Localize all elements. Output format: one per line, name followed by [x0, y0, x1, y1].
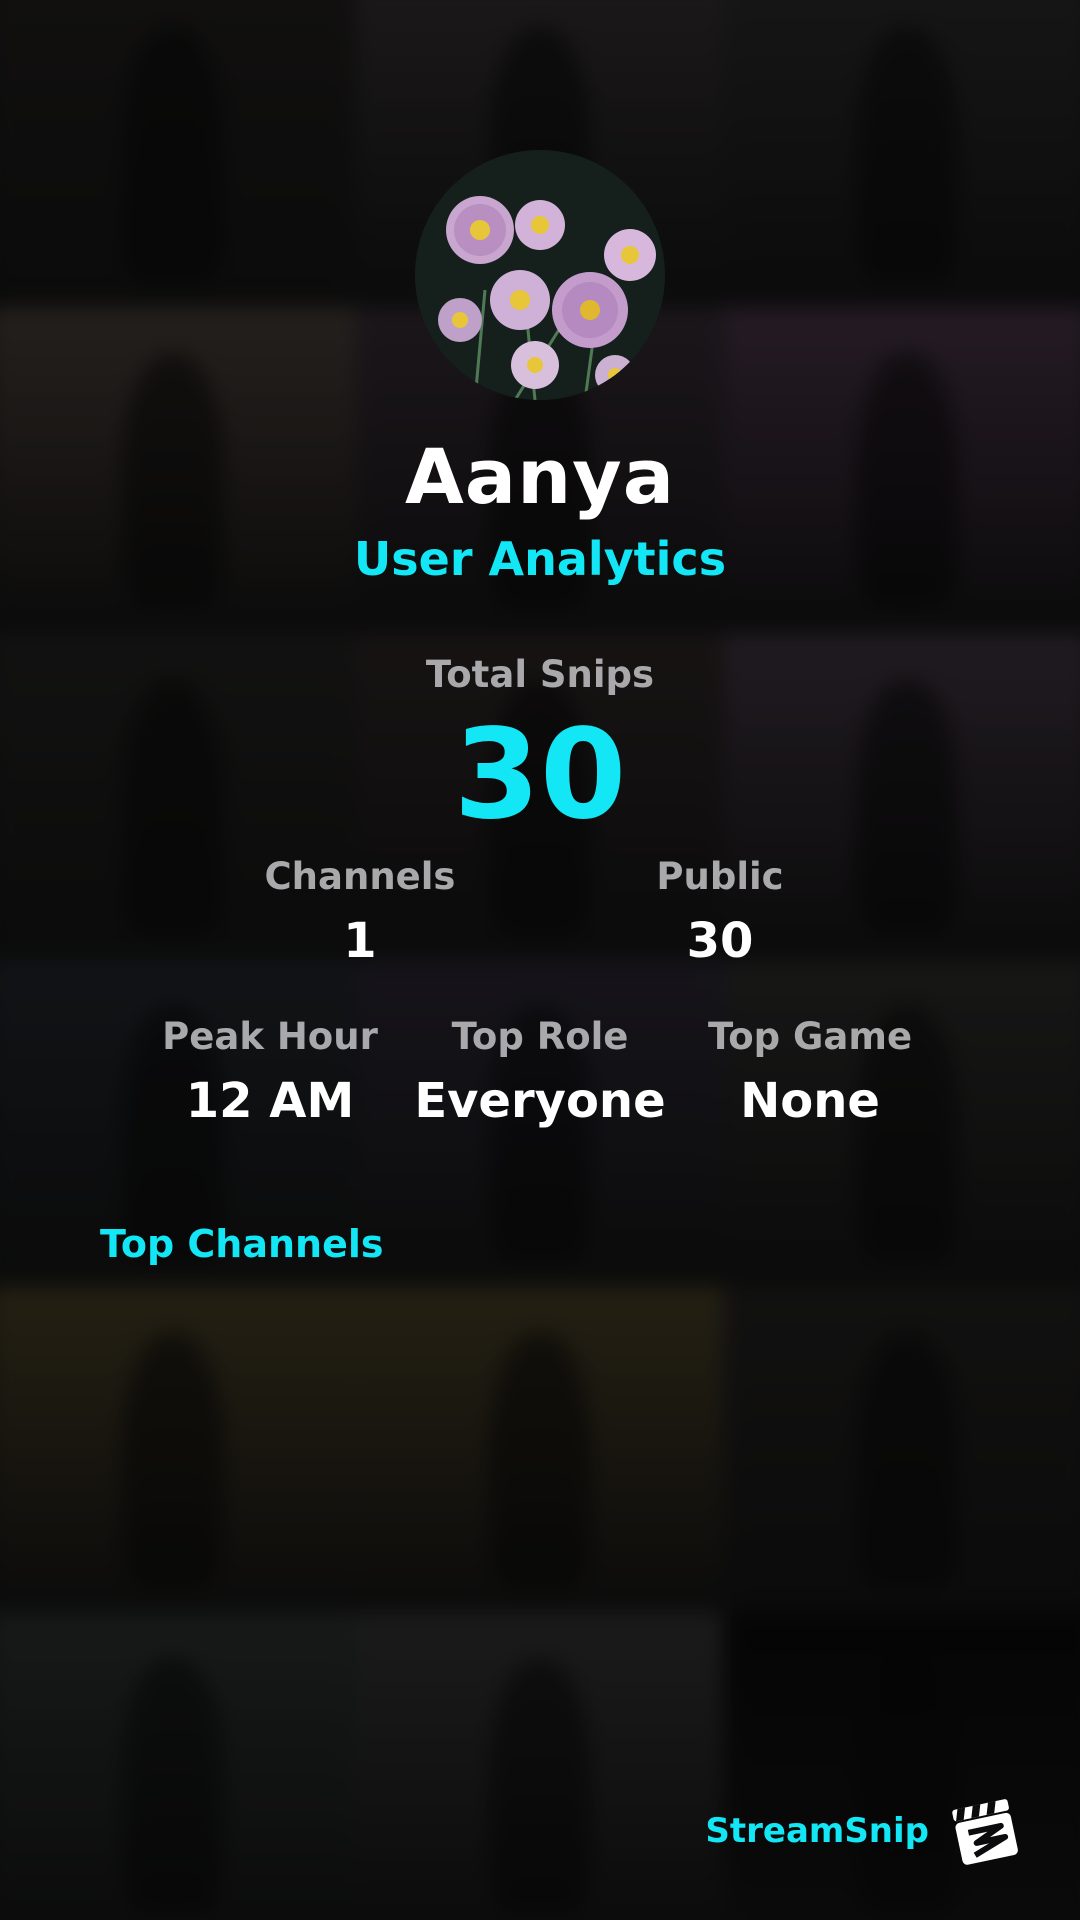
- top-role-value: Everyone: [414, 1073, 666, 1129]
- channels-label: Channels: [264, 855, 456, 898]
- channels-value: 1: [343, 913, 377, 969]
- total-snips-value: 30: [453, 703, 627, 847]
- brand-footer: StreamSnip: [705, 1792, 1025, 1870]
- peak-hour-value: 12 AM: [185, 1073, 355, 1129]
- public-label: Public: [656, 855, 784, 898]
- top-channels-heading: Top Channels: [100, 1222, 384, 1266]
- analytics-card: Aanya User Analytics Total Snips 30 Chan…: [0, 0, 1080, 1920]
- avatar: [415, 150, 665, 400]
- username: Aanya: [404, 432, 676, 521]
- clapperboard-icon: [947, 1792, 1025, 1870]
- top-role-label: Top Role: [451, 1015, 629, 1058]
- public-value: 30: [686, 913, 754, 969]
- top-game-value: None: [740, 1073, 880, 1129]
- top-game-label: Top Game: [707, 1015, 913, 1058]
- page-subtitle: User Analytics: [353, 532, 727, 586]
- peak-hour-label: Peak Hour: [162, 1015, 378, 1058]
- total-snips-label: Total Snips: [425, 653, 655, 696]
- brand-name: StreamSnip: [705, 1811, 929, 1851]
